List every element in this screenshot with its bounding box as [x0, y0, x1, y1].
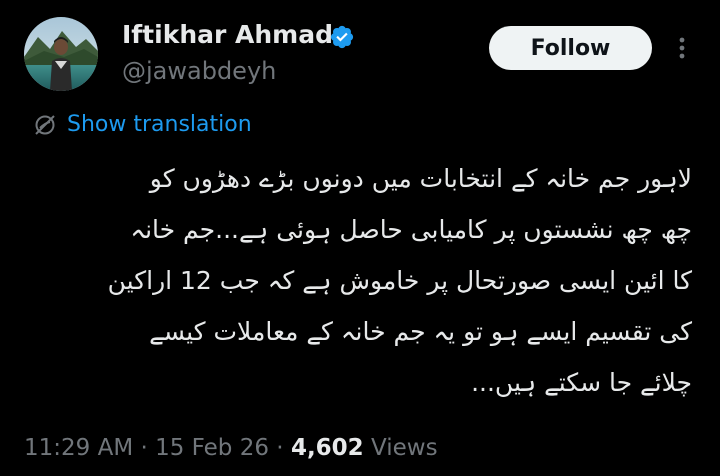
show-translation-link[interactable]: Show translation — [33, 110, 252, 140]
avatar-image — [24, 17, 98, 91]
tweet-text-line: کا ائین ایسی صورتحال پر خاموش ہے کہ جب 1… — [107, 266, 692, 295]
follow-button[interactable]: Follow — [489, 26, 652, 70]
verified-badge-icon — [330, 25, 354, 49]
meta-separator: · — [269, 435, 291, 461]
meta-separator: · — [133, 435, 156, 461]
avatar[interactable] — [24, 17, 98, 91]
tweet-date[interactable]: 15 Feb 26 — [155, 435, 269, 461]
globe-slash-icon — [35, 115, 55, 135]
tweet-text-line: چھ چھ نشستوں پر کامیابی حاصل ہوئی ہے...ج… — [130, 215, 692, 244]
author-display-name[interactable]: Iftikhar Ahmad — [122, 18, 333, 52]
views-label: Views — [363, 435, 438, 461]
show-translation-label: Show translation — [67, 112, 252, 137]
tweet-time[interactable]: 11:29 AM — [24, 435, 133, 461]
tweet-text-line: کی تقسیم ایسے ہو تو یہ جم خانہ کے معاملا… — [149, 317, 692, 346]
tweet-metadata: 11:29 AM · 15 Feb 26 · 4,602 Views — [24, 432, 438, 464]
tweet-text: لاہور جم خانہ کے انتخابات میں دونوں بڑے … — [32, 153, 692, 408]
more-options-icon[interactable] — [668, 30, 696, 66]
author-handle[interactable]: @jawabdeyh — [122, 55, 276, 87]
views-count: 4,602 — [290, 435, 364, 461]
tweet-text-line: چلائے جا سکتے ہیں... — [471, 368, 692, 397]
tweet-text-line: لاہور جم خانہ کے انتخابات میں دونوں بڑے … — [149, 164, 692, 193]
